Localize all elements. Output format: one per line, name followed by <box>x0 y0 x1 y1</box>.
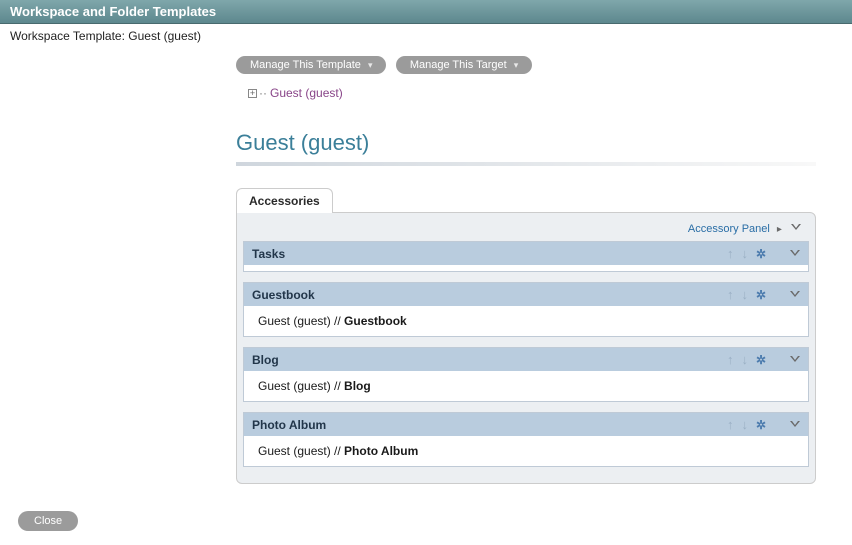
section-title: Tasks <box>252 247 727 261</box>
collapse-toggle[interactable] <box>784 288 800 302</box>
manage-target-label: Manage This Target <box>410 59 507 71</box>
section-controls: ↑ ↓ ✲ <box>727 246 800 261</box>
action-buttons-row: Manage This Template ▾ Manage This Targe… <box>236 56 852 74</box>
section-blog: Blog ↑ ↓ ✲ Guest (guest) // Blog <box>243 347 809 402</box>
section-body: Guest (guest) // Guestbook <box>244 306 808 336</box>
move-down-icon[interactable]: ↓ <box>741 246 748 261</box>
window-titlebar: Workspace and Folder Templates <box>0 0 852 24</box>
tree-expand-icon[interactable]: + <box>248 89 257 98</box>
workspace-template-subtitle: Workspace Template: Guest (guest) <box>0 24 852 48</box>
gear-icon[interactable]: ✲ <box>756 247 766 261</box>
move-up-icon[interactable]: ↑ <box>727 287 734 302</box>
collapse-toggle[interactable] <box>784 247 800 261</box>
section-photo-album: Photo Album ↑ ↓ ✲ Guest (guest) // Photo… <box>243 412 809 467</box>
collapse-toggle[interactable] <box>784 353 800 367</box>
section-header: Photo Album ↑ ↓ ✲ <box>244 413 808 436</box>
gear-icon[interactable]: ✲ <box>756 288 766 302</box>
window-title: Workspace and Folder Templates <box>10 4 216 19</box>
section-controls: ↑ ↓ ✲ <box>727 352 800 367</box>
section-header: Blog ↑ ↓ ✲ <box>244 348 808 371</box>
section-title: Blog <box>252 353 727 367</box>
heading-divider <box>236 162 816 166</box>
tab-accessories[interactable]: Accessories <box>236 188 333 213</box>
move-down-icon[interactable]: ↓ <box>741 417 748 432</box>
move-up-icon[interactable]: ↑ <box>727 246 734 261</box>
window: Workspace and Folder Templates Workspace… <box>0 0 852 545</box>
accessories-panel: Accessory Panel ▸ Tasks ↑ ↓ ✲ <box>236 212 816 484</box>
move-down-icon[interactable]: ↓ <box>741 287 748 302</box>
path-item: Blog <box>344 379 371 393</box>
path-item: Photo Album <box>344 444 418 458</box>
section-tasks: Tasks ↑ ↓ ✲ <box>243 241 809 272</box>
gear-icon[interactable]: ✲ <box>756 353 766 367</box>
section-guestbook: Guestbook ↑ ↓ ✲ Guest (guest) // Guestbo… <box>243 282 809 337</box>
section-header: Guestbook ↑ ↓ ✲ <box>244 283 808 306</box>
path-prefix: Guest (guest) // <box>258 444 344 458</box>
section-title: Guestbook <box>252 288 727 302</box>
move-up-icon[interactable]: ↑ <box>727 417 734 432</box>
accessory-panel-row: Accessory Panel ▸ <box>243 221 809 241</box>
link-arrow-icon: ▸ <box>777 224 782 235</box>
section-controls: ↑ ↓ ✲ <box>727 417 800 432</box>
tab-bar: Accessories <box>236 188 852 213</box>
tree-node-link[interactable]: Guest (guest) <box>270 86 343 100</box>
section-body: Guest (guest) // Photo Album <box>244 436 808 466</box>
manage-template-label: Manage This Template <box>250 59 361 71</box>
gear-icon[interactable]: ✲ <box>756 418 766 432</box>
path-item: Guestbook <box>344 314 407 328</box>
path-prefix: Guest (guest) // <box>258 314 344 328</box>
section-body <box>244 265 808 271</box>
path-prefix: Guest (guest) // <box>258 379 344 393</box>
chevron-down-icon[interactable] <box>791 224 801 232</box>
manage-target-button[interactable]: Manage This Target ▾ <box>396 56 532 74</box>
section-title: Photo Album <box>252 418 727 432</box>
close-button[interactable]: Close <box>18 511 78 531</box>
collapse-toggle[interactable] <box>784 418 800 432</box>
dropdown-icon: ▾ <box>514 60 519 70</box>
section-controls: ↑ ↓ ✲ <box>727 287 800 302</box>
accessory-panel-link[interactable]: Accessory Panel <box>688 223 770 235</box>
footer-row: Close <box>18 511 78 531</box>
move-down-icon[interactable]: ↓ <box>741 352 748 367</box>
tree-row: +··Guest (guest) <box>248 86 852 100</box>
move-up-icon[interactable]: ↑ <box>727 352 734 367</box>
content-area: Manage This Template ▾ Manage This Targe… <box>0 50 852 545</box>
tree-connector: ·· <box>259 86 267 100</box>
section-body: Guest (guest) // Blog <box>244 371 808 401</box>
section-header: Tasks ↑ ↓ ✲ <box>244 242 808 265</box>
manage-template-button[interactable]: Manage This Template ▾ <box>236 56 386 74</box>
page-title: Guest (guest) <box>236 130 852 156</box>
dropdown-icon: ▾ <box>368 60 373 70</box>
